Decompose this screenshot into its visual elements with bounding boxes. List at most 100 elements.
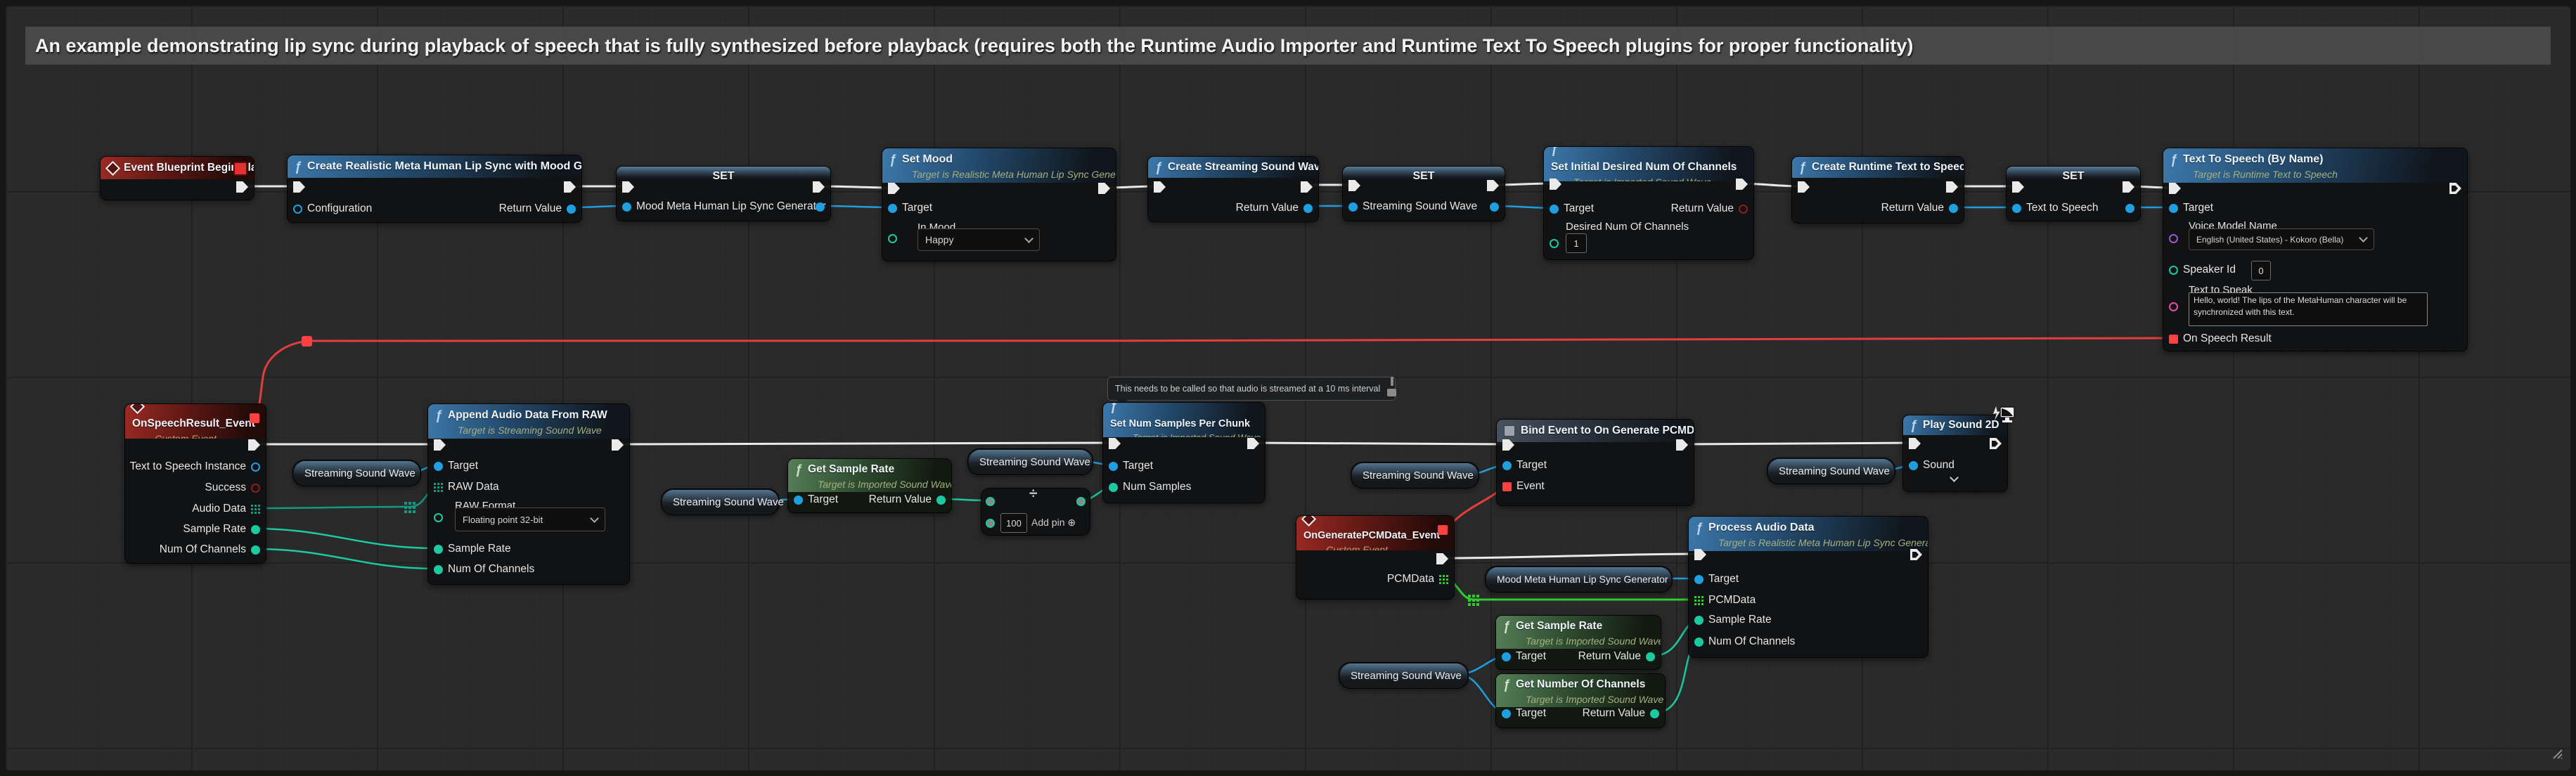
- graph-canvas[interactable]: An example demonstrating lip sync during…: [6, 6, 2570, 770]
- node-process-audio-data[interactable]: ƒ Process Audio Data Target is Realistic…: [1688, 516, 1928, 658]
- sound-pin[interactable]: Sound: [1909, 458, 1954, 473]
- exec-out-pin[interactable]: [612, 437, 624, 453]
- variable-out-pin[interactable]: [2125, 200, 2134, 216]
- num-channels-pin[interactable]: Num Of Channels: [434, 562, 534, 577]
- exec-in-pin[interactable]: [1109, 436, 1121, 451]
- node-play-sound-2d[interactable]: ƒ Play Sound 2D Sound: [1902, 415, 2008, 492]
- node-set-num-samples-per-chunk[interactable]: ƒ Set Num Samples Per Chunk Target is Im…: [1102, 402, 1266, 503]
- return-value-pin[interactable]: Return Value: [1236, 200, 1313, 216]
- node-set-mood-generator-variable[interactable]: SET Mood Meta Human Lip Sync Generator: [616, 166, 831, 221]
- node-create-realistic-lipsync[interactable]: ƒ Create Realistic Meta Human Lip Sync w…: [287, 155, 582, 223]
- exec-out-pin[interactable]: [1301, 179, 1313, 195]
- exec-in-pin[interactable]: [1154, 179, 1166, 195]
- num-channels-pin[interactable]: Num Of Channels: [160, 542, 260, 557]
- node-bind-event-to-on-generate-pcmdata[interactable]: Bind Event to On Generate PCMData Target…: [1496, 419, 1694, 506]
- exec-out-pin[interactable]: [248, 437, 260, 453]
- exec-in-pin[interactable]: [1550, 176, 1561, 192]
- dividend-pin[interactable]: [986, 493, 995, 509]
- return-value-pin[interactable]: Return Value: [1583, 706, 1659, 721]
- exec-in-pin[interactable]: [2169, 181, 2181, 196]
- variable-pill-streaming-sound-wave[interactable]: Streaming Sound Wave: [1767, 458, 1895, 484]
- sample-rate-pin[interactable]: Sample Rate: [183, 522, 260, 537]
- node-on-generate-pcmdata-event[interactable]: OnGeneratePCMData_Event Custom Event PCM…: [1296, 515, 1455, 600]
- exec-in-pin[interactable]: [2012, 179, 2024, 195]
- variable-in-pin[interactable]: Mood Meta Human Lip Sync Generator: [622, 199, 826, 214]
- event-pin[interactable]: Event: [1502, 479, 1545, 494]
- node-set-initial-desired-num-channels[interactable]: ƒ Set Initial Desired Num Of Channels Ta…: [1543, 146, 1754, 260]
- resize-grip-icon[interactable]: [2551, 747, 2563, 763]
- target-pin[interactable]: Target: [1550, 201, 1594, 216]
- target-pin[interactable]: Target: [1502, 458, 1547, 473]
- exec-out-pin[interactable]: [2449, 181, 2461, 196]
- raw-format-dropdown[interactable]: Floating point 32-bit: [455, 507, 605, 531]
- pcmdata-pin[interactable]: PCMData: [1387, 571, 1448, 587]
- exec-out-pin[interactable]: [2123, 179, 2134, 195]
- tts-instance-pin[interactable]: Text to Speech Instance: [130, 459, 260, 474]
- node-set-streaming-sound-wave-variable[interactable]: SET Streaming Sound Wave: [1342, 166, 1505, 221]
- exec-in-pin[interactable]: [1502, 437, 1514, 453]
- node-text-to-speech-by-name[interactable]: ƒ Text To Speech (By Name) Target is Run…: [2163, 148, 2468, 351]
- exec-out-pin[interactable]: [1676, 437, 1688, 453]
- return-value-pin[interactable]: Return Value: [499, 201, 576, 216]
- audio-data-pin[interactable]: Audio Data: [192, 501, 260, 517]
- node-get-sample-rate[interactable]: ƒ Get Sample Rate Target is Imported Sou…: [787, 458, 952, 513]
- node-on-speech-result-event[interactable]: OnSpeechResult_Event Custom Event Text t…: [124, 403, 266, 564]
- node-event-begin-play[interactable]: Event Blueprint Begin Play: [100, 156, 255, 200]
- exec-out-pin[interactable]: [1247, 436, 1259, 451]
- text-to-speak-pin[interactable]: [2169, 299, 2178, 314]
- exec-out-pin[interactable]: [1946, 179, 1958, 195]
- exec-in-pin[interactable]: [1694, 547, 1706, 562]
- sample-rate-pin[interactable]: Sample Rate: [434, 541, 511, 557]
- voice-model-name-pin[interactable]: [2169, 231, 2178, 246]
- variable-in-pin[interactable]: Text to Speech: [2012, 200, 2099, 216]
- divisor-pin[interactable]: [986, 515, 995, 531]
- in-mood-pin[interactable]: [888, 231, 897, 246]
- voice-model-dropdown[interactable]: English (United States) - Kokoro (Bella): [2189, 228, 2374, 250]
- delegate-pin[interactable]: [1438, 525, 1448, 535]
- graph-comment-banner[interactable]: An example demonstrating lip sync during…: [25, 27, 2551, 65]
- node-set-text-to-speech-variable[interactable]: SET Text to Speech: [2006, 166, 2141, 221]
- variable-pill-streaming-sound-wave[interactable]: Streaming Sound Wave: [661, 489, 780, 515]
- variable-pill-mood-lipsync-generator[interactable]: Mood Meta Human Lip Sync Generator: [1485, 566, 1673, 593]
- sample-rate-pin[interactable]: Sample Rate: [1694, 612, 1772, 628]
- return-value-pin[interactable]: Return Value: [1881, 200, 1958, 216]
- variable-in-pin[interactable]: Streaming Sound Wave: [1348, 199, 1477, 214]
- exec-in-pin[interactable]: [1348, 178, 1360, 193]
- variable-pill-streaming-sound-wave[interactable]: Streaming Sound Wave: [1351, 462, 1479, 489]
- variable-pill-streaming-sound-wave[interactable]: Streaming Sound Wave: [1339, 662, 1469, 689]
- desired-num-channels-pin[interactable]: [1550, 235, 1559, 251]
- target-pin[interactable]: Target: [1109, 458, 1153, 474]
- target-pin[interactable]: Target: [794, 492, 838, 507]
- delegate-pin[interactable]: [250, 413, 259, 423]
- target-pin[interactable]: Target: [1694, 571, 1739, 587]
- return-value-pin[interactable]: Return Value: [1578, 649, 1655, 664]
- speaker-id-pin[interactable]: Speaker Id: [2169, 262, 2236, 278]
- in-mood-dropdown[interactable]: Happy: [917, 228, 1040, 251]
- return-value-pin[interactable]: Return Value: [869, 492, 946, 507]
- node-append-audio-data-from-raw[interactable]: ƒ Append Audio Data From RAW Target is S…: [427, 403, 630, 585]
- exec-out-pin[interactable]: [1736, 176, 1748, 192]
- success-pin[interactable]: Success: [205, 480, 260, 496]
- expand-node-chevron[interactable]: [1950, 473, 1959, 482]
- target-pin[interactable]: Target: [1502, 706, 1546, 721]
- variable-pill-streaming-sound-wave[interactable]: Streaming Sound Wave: [292, 460, 421, 486]
- num-channels-pin[interactable]: Num Of Channels: [1694, 634, 1795, 649]
- exec-out-pin[interactable]: [564, 179, 576, 195]
- result-pin[interactable]: [1076, 493, 1086, 509]
- exec-in-pin[interactable]: [293, 179, 305, 195]
- target-pin[interactable]: Target: [888, 200, 932, 216]
- exec-out-pin[interactable]: [236, 179, 248, 195]
- node-set-mood[interactable]: ƒ Set Mood Target is Realistic Meta Huma…: [882, 148, 1116, 261]
- comment-pin-icons[interactable]: [1387, 377, 1396, 396]
- node-create-streaming-sound-wave[interactable]: ƒ Create Streaming Sound Wave Return Val…: [1147, 156, 1319, 222]
- exec-out-pin[interactable]: [1910, 547, 1922, 562]
- exec-in-pin[interactable]: [434, 437, 446, 453]
- exec-out-pin[interactable]: [1487, 178, 1499, 193]
- target-pin[interactable]: Target: [2169, 200, 2213, 216]
- pcmdata-pin[interactable]: PCMData: [1694, 593, 1756, 608]
- divisor-input[interactable]: 100: [1000, 513, 1027, 533]
- node-divide[interactable]: ÷ 100 Add pin ⊕: [981, 488, 1090, 536]
- raw-data-pin[interactable]: RAW Data: [434, 479, 499, 495]
- configuration-pin[interactable]: Configuration: [293, 201, 372, 216]
- variable-pill-streaming-sound-wave[interactable]: Streaming Sound Wave: [967, 448, 1093, 475]
